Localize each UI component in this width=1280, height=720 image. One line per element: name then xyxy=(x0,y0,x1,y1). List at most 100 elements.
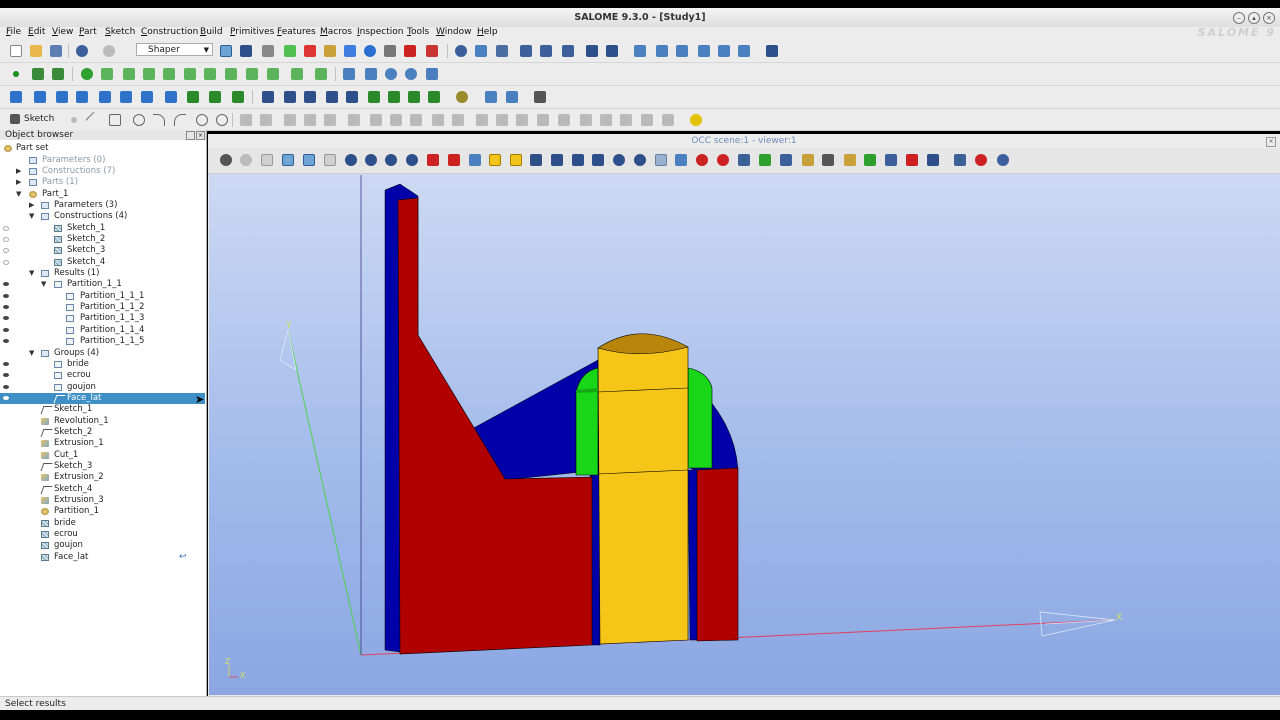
anticlockwise-icon[interactable] xyxy=(613,154,625,166)
fit-area-icon[interactable] xyxy=(365,154,377,166)
menu-view[interactable]: View xyxy=(52,27,73,37)
fixed-icon[interactable] xyxy=(620,114,632,126)
cut-icon[interactable] xyxy=(304,45,316,57)
menu-sketch[interactable]: Sketch xyxy=(105,27,135,37)
cylinder-icon[interactable] xyxy=(324,45,336,57)
sketch-rectangle-icon[interactable] xyxy=(109,114,121,126)
scale-op-icon[interactable] xyxy=(428,91,440,103)
maximize-view-icon[interactable] xyxy=(906,154,918,166)
extrusion-fuse-icon[interactable] xyxy=(56,91,68,103)
hidden-eye-icon[interactable] xyxy=(3,260,9,265)
tree-item[interactable]: Partition_1_1_3 xyxy=(0,313,205,324)
eye-icon[interactable] xyxy=(3,305,9,309)
symmetry-op-icon[interactable] xyxy=(304,91,316,103)
expand-icon[interactable]: ▶ xyxy=(16,177,21,188)
tree-item[interactable]: ▼ Results (1) xyxy=(0,268,205,279)
pipe-icon[interactable] xyxy=(141,91,153,103)
tree-item[interactable]: Sketch_1 xyxy=(0,404,205,415)
hidden-eye-icon[interactable] xyxy=(3,226,9,231)
split-icon[interactable] xyxy=(927,154,939,166)
tree-item[interactable]: Extrusion_2 xyxy=(0,472,205,483)
select-mode-icon[interactable] xyxy=(220,45,232,57)
middle-point-icon[interactable] xyxy=(641,114,653,126)
projection-mode-icon[interactable] xyxy=(780,154,792,166)
menu-window[interactable]: Window xyxy=(436,27,472,37)
close-viewer-icon[interactable]: × xyxy=(1266,137,1276,147)
multi-translation-icon[interactable] xyxy=(326,91,338,103)
scaling-icon[interactable] xyxy=(717,154,729,166)
scale-icon[interactable] xyxy=(738,45,750,57)
rotate-icon[interactable] xyxy=(634,45,646,57)
rotate-left-icon[interactable] xyxy=(656,45,668,57)
ball-icon[interactable] xyxy=(975,154,987,166)
delete-icon[interactable] xyxy=(496,45,508,57)
undo-icon[interactable] xyxy=(76,45,88,57)
tree-item[interactable]: ecrou xyxy=(0,370,205,381)
tree-item[interactable]: Cut_1 xyxy=(0,450,205,461)
tree-item[interactable]: ▶ Parameters (3) xyxy=(0,200,205,211)
rotation-icon[interactable] xyxy=(284,91,296,103)
collapse-icon[interactable]: ▼ xyxy=(16,189,21,200)
extrusion-icon[interactable] xyxy=(10,91,22,103)
vertex-icon[interactable] xyxy=(81,68,93,80)
environment-icon[interactable] xyxy=(822,154,834,166)
import-icon[interactable] xyxy=(520,45,532,57)
fit-selection-icon[interactable] xyxy=(385,154,397,166)
top-view-icon[interactable] xyxy=(530,154,542,166)
length-icon[interactable] xyxy=(348,114,360,126)
sphere-icon[interactable] xyxy=(385,68,397,80)
red-bride-right[interactable] xyxy=(696,467,739,642)
group-icon[interactable] xyxy=(485,91,497,103)
compsolid-icon[interactable] xyxy=(225,68,237,80)
eye-icon[interactable] xyxy=(3,282,9,286)
sketch-arc-icon[interactable] xyxy=(153,114,165,126)
tree-item[interactable]: ▼ Part_1 xyxy=(0,189,205,200)
new-document-icon[interactable] xyxy=(10,45,22,57)
parallel-icon[interactable] xyxy=(537,114,549,126)
tree-item[interactable]: Partition_1_1_2 xyxy=(0,302,205,313)
collapse-icon[interactable]: ▼ xyxy=(29,268,34,279)
common-icon[interactable] xyxy=(232,91,244,103)
tree-item[interactable]: goujon xyxy=(0,540,205,551)
bottom-view-icon[interactable] xyxy=(551,154,563,166)
perpendicular-icon[interactable] xyxy=(516,114,528,126)
green-ecrou-right[interactable] xyxy=(687,367,713,469)
tree-item[interactable]: bride xyxy=(0,518,205,529)
menu-edit[interactable]: Edit xyxy=(28,27,45,37)
mirror-copy-icon[interactable] xyxy=(284,114,296,126)
tree-item[interactable]: ▼ Partition_1_1 xyxy=(0,279,205,290)
tree-item[interactable]: goujon xyxy=(0,382,205,393)
tree-item[interactable]: Partition_1_1_4 xyxy=(0,325,205,336)
shell-icon[interactable] xyxy=(184,68,196,80)
minimize-icon[interactable]: – xyxy=(1233,12,1245,24)
dump-view-icon[interactable] xyxy=(220,154,232,166)
sketch-line-icon[interactable] xyxy=(85,111,103,130)
revolution-cut-icon[interactable] xyxy=(99,91,111,103)
globe-icon[interactable] xyxy=(364,45,376,57)
polyline-icon[interactable] xyxy=(143,68,155,80)
module-selector[interactable]: Shaper ▼ xyxy=(136,43,213,56)
export-icon[interactable] xyxy=(540,45,552,57)
part-icon[interactable] xyxy=(284,45,296,57)
wire-icon[interactable] xyxy=(123,68,135,80)
yellow-goujon[interactable] xyxy=(597,335,689,645)
sketch-ellipse-icon[interactable] xyxy=(196,114,208,126)
polygon-select-icon[interactable] xyxy=(303,154,315,166)
horizontal-distance-icon[interactable] xyxy=(390,114,402,126)
model-canvas[interactable]: Y X Z X xyxy=(209,174,1280,695)
download-icon[interactable] xyxy=(562,45,574,57)
menu-features[interactable]: Features xyxy=(277,27,316,37)
tree-item[interactable]: Sketch_4 xyxy=(0,484,205,495)
float-icon[interactable] xyxy=(186,131,195,140)
radius-icon[interactable] xyxy=(452,114,464,126)
tool-icon[interactable] xyxy=(404,45,416,57)
plane-icon[interactable] xyxy=(52,68,64,80)
yacs-icon[interactable] xyxy=(384,45,396,57)
revolution-icon[interactable] xyxy=(76,91,88,103)
tree-item[interactable]: Sketch_2 xyxy=(0,234,205,245)
help-icon[interactable] xyxy=(690,114,702,126)
save-icon[interactable] xyxy=(50,45,62,57)
sketch-button[interactable]: Sketch xyxy=(24,114,54,124)
collinear-icon[interactable] xyxy=(662,114,674,126)
point-icon[interactable] xyxy=(13,71,19,77)
